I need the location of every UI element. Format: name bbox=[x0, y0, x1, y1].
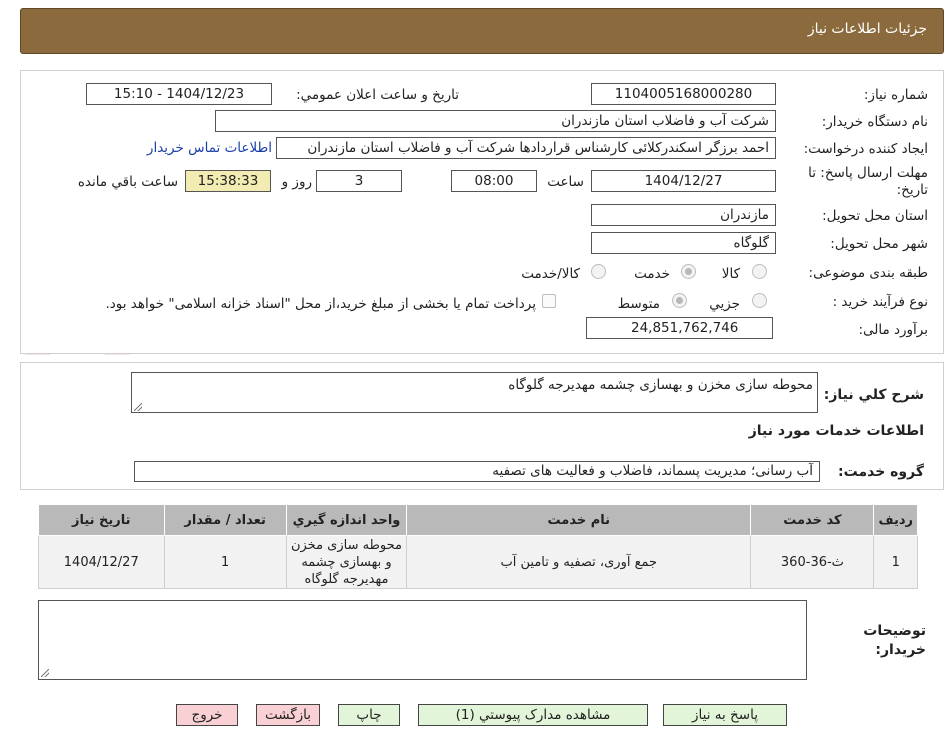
back-button[interactable]: بازگشت bbox=[256, 704, 320, 726]
deadline-date-field: 1404/12/27 bbox=[591, 170, 776, 192]
buyer-org-label: نام دستگاه خريدار: bbox=[821, 114, 928, 130]
category-service-radio[interactable] bbox=[681, 264, 696, 279]
purchase-process-label: نوع فرآيند خريد : bbox=[832, 294, 928, 310]
cell-unit: محوطه سازی مخزن و بهسازی چشمه مهدیرجه گل… bbox=[285, 535, 408, 589]
col-name-header: نام خدمت bbox=[406, 504, 752, 536]
print-button[interactable]: چاپ bbox=[338, 704, 400, 726]
resize-grip-icon[interactable] bbox=[134, 403, 142, 411]
process-medium-radio[interactable] bbox=[672, 293, 687, 308]
cell-name: جمع آوری، تصفیه و تامین آب bbox=[406, 535, 752, 589]
category-goods-label: کالا bbox=[721, 266, 740, 282]
remaining-time-label: ساعت باقي مانده bbox=[77, 174, 178, 190]
need-number-label: شماره نیاز: bbox=[863, 87, 928, 103]
buyer-notes-label: توضيحات خريدار: bbox=[863, 623, 926, 658]
requester-label: ايجاد کننده درخواست: bbox=[803, 141, 928, 157]
col-code-header: کد خدمت bbox=[750, 504, 875, 536]
treasury-payment-checkbox[interactable] bbox=[542, 294, 556, 308]
col-qty-header: تعداد / مقدار bbox=[163, 504, 287, 536]
deadline-time-field: 08:00 bbox=[451, 170, 537, 192]
cell-date: 1404/12/27 bbox=[38, 535, 165, 589]
process-minor-label: جزيي bbox=[709, 296, 740, 312]
announce-datetime-label: تاریخ و ساعت اعلان عمومي: bbox=[296, 87, 459, 103]
category-goods-radio[interactable] bbox=[752, 264, 767, 279]
cell-row: 1 bbox=[873, 535, 918, 589]
services-table-wrap: رديف کد خدمت نام خدمت واحد اندازه گيري ت… bbox=[38, 504, 918, 589]
buyer-org-field: شرکت آب و فاضلاب استان مازندران bbox=[215, 110, 776, 132]
service-group-label: گروه خدمت: bbox=[838, 464, 924, 480]
delivery-city-label: شهر محل تحويل: bbox=[830, 236, 928, 252]
buyer-contact-link[interactable]: اطلاعات تماس خريدار bbox=[147, 140, 272, 156]
treasury-payment-note: پرداخت تمام یا بخشی از مبلغ خرید،از محل … bbox=[105, 296, 536, 312]
delivery-city-field: گلوگاه bbox=[591, 232, 776, 254]
cell-qty: 1 bbox=[163, 535, 287, 589]
services-table: رديف کد خدمت نام خدمت واحد اندازه گيري ت… bbox=[38, 504, 918, 589]
delivery-province-field: مازندران bbox=[591, 204, 776, 226]
attachments-button[interactable]: مشاهده مدارک پيوستي (1) bbox=[418, 704, 648, 726]
table-header-row: رديف کد خدمت نام خدمت واحد اندازه گيري ت… bbox=[38, 504, 918, 536]
deadline-days-field: 3 bbox=[316, 170, 402, 192]
services-title: اطلاعات خدمات مورد نياز bbox=[748, 423, 924, 439]
col-row-header: رديف bbox=[873, 504, 918, 536]
category-service-label: خدمت bbox=[634, 266, 670, 282]
description-text: محوطه سازی مخزن و بهسازی چشمه مهدیرجه گل… bbox=[508, 377, 813, 393]
service-group-field: آب رسانی؛ مدیریت پسماند، فاضلاب و فعالیت… bbox=[134, 461, 820, 482]
col-unit-header: واحد اندازه گيري bbox=[285, 504, 408, 536]
delivery-province-label: استان محل تحويل: bbox=[822, 208, 928, 224]
description-label: شرح کلي نياز: bbox=[823, 387, 924, 403]
buyer-notes-field[interactable] bbox=[38, 600, 807, 680]
announce-datetime-field: 1404/12/23 - 15:10 bbox=[86, 83, 272, 105]
page-title: جزئیات اطلاعات نیاز bbox=[807, 21, 927, 37]
deadline-label: مهلت ارسال پاسخ: تا تاریخ: bbox=[808, 165, 928, 198]
reply-button[interactable]: پاسخ به نياز bbox=[663, 704, 787, 726]
description-field: محوطه سازی مخزن و بهسازی چشمه مهدیرجه گل… bbox=[131, 372, 818, 413]
exit-button[interactable]: خروج bbox=[176, 704, 238, 726]
process-medium-label: متوسط bbox=[617, 296, 660, 312]
deadline-days-label: روز و bbox=[281, 174, 312, 190]
category-goods-service-label: کالا/خدمت bbox=[521, 266, 580, 282]
budget-field: 24,851,762,746 bbox=[586, 317, 773, 339]
need-number-field: 1104005168000280 bbox=[591, 83, 776, 105]
deadline-time-label: ساعت bbox=[547, 174, 584, 190]
col-date-header: تاريخ نياز bbox=[38, 504, 165, 536]
requester-field: احمد برزگر اسکندرکلائی کارشناس قراردادها… bbox=[276, 137, 776, 159]
resize-grip-icon[interactable] bbox=[41, 669, 49, 677]
budget-label: برآورد مالی: bbox=[858, 322, 928, 338]
page-header: جزئیات اطلاعات نیاز bbox=[20, 8, 944, 54]
category-goods-service-radio[interactable] bbox=[591, 264, 606, 279]
category-label: طبقه بندی موضوعی: bbox=[808, 265, 928, 281]
cell-code: ث-36-360 bbox=[750, 535, 875, 589]
remaining-time-field: 15:38:33 bbox=[185, 170, 271, 192]
table-row: 1 ث-36-360 جمع آوری، تصفیه و تامین آب مح… bbox=[38, 535, 918, 589]
process-minor-radio[interactable] bbox=[752, 293, 767, 308]
